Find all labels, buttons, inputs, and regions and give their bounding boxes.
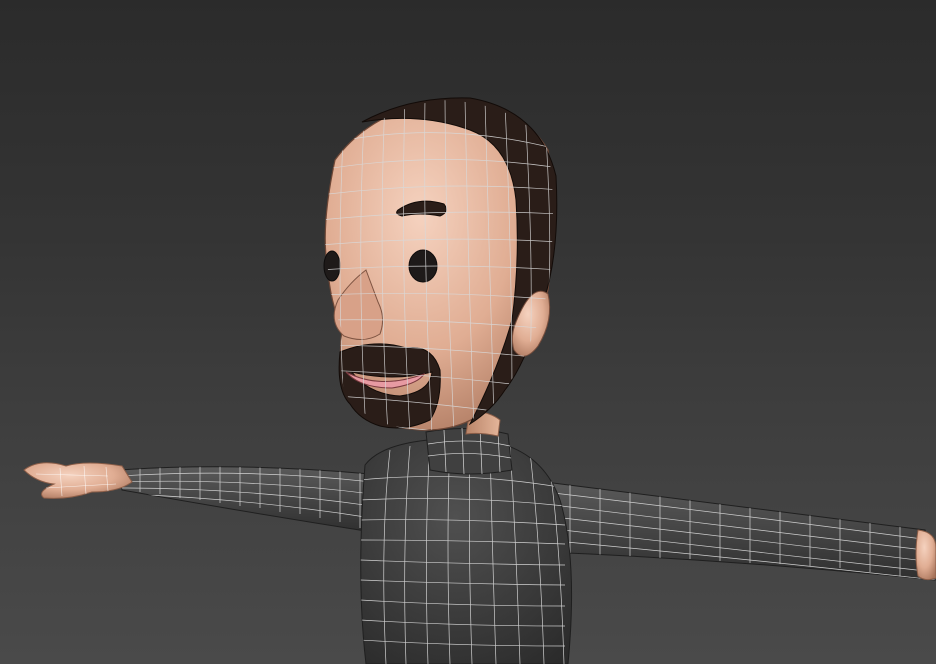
left-hand[interactable] [23, 462, 133, 499]
character-model[interactable] [0, 0, 936, 664]
3d-viewport[interactable] [0, 0, 936, 664]
left-arm[interactable] [119, 466, 373, 533]
head[interactable] [320, 97, 560, 446]
left-eye[interactable] [323, 250, 341, 282]
right-hand[interactable] [915, 529, 936, 581]
turtleneck-collar[interactable] [425, 427, 513, 475]
